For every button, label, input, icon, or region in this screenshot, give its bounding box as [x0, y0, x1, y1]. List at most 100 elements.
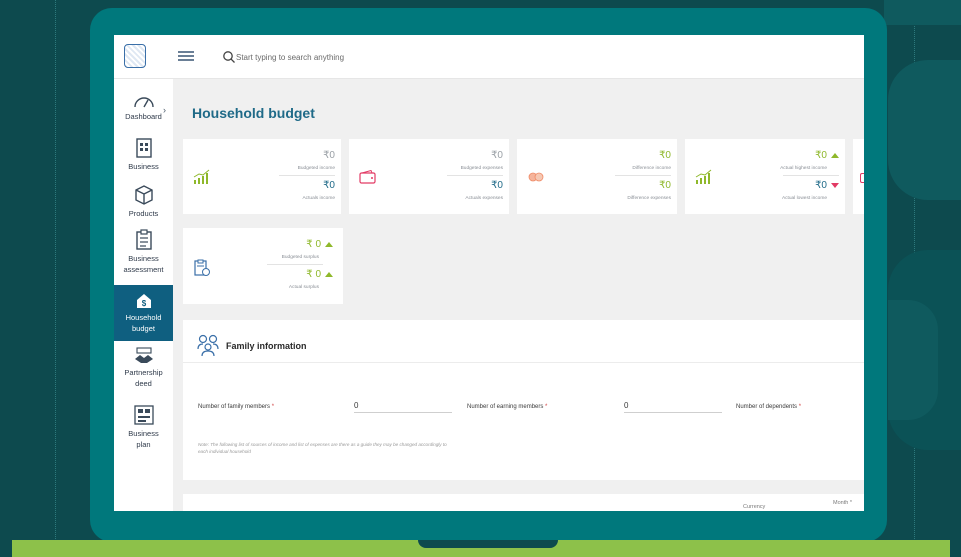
difference-expenses-value: ₹0: [659, 180, 671, 191]
sidebar-item-label: Business assessment: [123, 254, 164, 274]
actual-surplus-value: ₹ 0: [306, 269, 321, 280]
bg-shape: [888, 60, 961, 200]
earning-members-label-text: Number of earning members: [467, 404, 544, 410]
actual-highest-income-row: ₹0: [815, 150, 839, 161]
coins-icon: [528, 172, 544, 182]
earning-members-label: Number of earning members *: [467, 404, 547, 410]
actuals-expenses-value: ₹0: [491, 180, 503, 191]
actual-lowest-income-row: ₹0: [815, 180, 839, 191]
dependents-label-text: Number of dependents: [736, 404, 798, 410]
divider: [279, 175, 335, 176]
difference-income-value: ₹0: [659, 150, 671, 161]
hamburger-icon: [178, 59, 194, 61]
difference-expenses-label: Difference expenses: [627, 196, 671, 201]
arrow-up-icon: [325, 241, 333, 247]
difference-summary-card: ₹0 Difference income ₹0 Difference expen…: [517, 139, 677, 214]
sidebar-item-business-assessment[interactable]: Business assessment: [114, 229, 173, 275]
building-icon: [135, 138, 152, 158]
required-mark: *: [271, 404, 275, 410]
app-logo[interactable]: [124, 44, 146, 68]
difference-income-label: Difference income: [632, 166, 671, 171]
expenses-summary-card: ₹0 Budgeted expenses ₹0 Actuals expenses: [349, 139, 509, 214]
menu-toggle-button[interactable]: [178, 51, 194, 61]
highest-lowest-summary-card: ₹0 Actual highest income ₹0 Actual lowes…: [685, 139, 845, 214]
divider: [615, 175, 671, 176]
arrow-down-icon: [831, 182, 839, 188]
actual-highest-income-value: ₹0: [815, 150, 827, 161]
chevron-right-icon[interactable]: ›: [163, 105, 166, 115]
sidebar: Dashboard › Business Products Business a…: [114, 79, 173, 511]
family-members-input[interactable]: [354, 399, 452, 413]
speedometer-icon: [133, 97, 154, 108]
plan-document-icon: [133, 405, 154, 425]
income-summary-card: ₹0 Budgeted income ₹0 Actuals income: [183, 139, 341, 214]
hamburger-icon: [178, 55, 194, 57]
actuals-expenses-label: Actuals expenses: [465, 196, 503, 201]
family-information-panel: Family information Number of family memb…: [183, 320, 864, 480]
required-mark: *: [798, 404, 802, 410]
extra-summary-card: [853, 139, 864, 214]
family-members-label-text: Number of family members: [198, 404, 271, 410]
actual-surplus-label: Actual surplus: [288, 285, 319, 290]
income-expense-panel: Currency Month *: [183, 494, 864, 511]
search-icon: [223, 51, 235, 63]
wallet-icon: [860, 173, 864, 183]
currency-label: Currency: [743, 504, 766, 510]
family-information-title: Family information: [226, 341, 307, 351]
actuals-income-label: Actuals income: [302, 196, 335, 201]
svg-text:$: $: [141, 299, 146, 308]
sidebar-item-label: Partnership deed: [124, 368, 163, 388]
budgeted-surplus-value: ₹ 0: [306, 239, 321, 250]
house-dollar-icon: $: [136, 294, 151, 308]
budgeted-surplus-row: ₹ 0: [306, 239, 333, 250]
earning-members-input[interactable]: [624, 399, 722, 413]
budgeted-expenses-value: ₹0: [491, 150, 503, 161]
app-screen: Dashboard › Business Products: [114, 35, 864, 511]
month-label: Month *: [833, 500, 852, 506]
budgeted-income-label: Budgeted income: [297, 166, 335, 171]
page-title: Household budget: [192, 105, 315, 121]
sidebar-item-business[interactable]: Business: [114, 137, 173, 172]
arrow-up-icon: [325, 271, 333, 277]
family-members-label: Number of family members *: [198, 404, 274, 410]
divider: [267, 264, 323, 265]
box-icon: [134, 185, 153, 205]
surplus-summary-card: ₹ 0 Budgeted surplus ₹ 0 Actual surplus: [183, 228, 343, 304]
sidebar-item-products[interactable]: Products: [114, 184, 173, 219]
bg-dotted-line: [55, 0, 56, 557]
arrow-up-icon: [831, 152, 839, 158]
divider: [783, 175, 839, 176]
sidebar-item-label: Products: [128, 209, 159, 218]
sidebar-item-label: Dashboard: [125, 112, 162, 121]
top-bar: [114, 35, 864, 79]
sidebar-item-partnership-deed[interactable]: Partnership deed: [114, 347, 173, 389]
actual-lowest-income-value: ₹0: [815, 180, 827, 191]
actual-highest-income-label: Actual highest income: [780, 166, 827, 171]
divider: [183, 362, 864, 363]
sidebar-item-business-plan[interactable]: Business plan: [114, 404, 173, 450]
bg-shape: [888, 300, 938, 420]
sidebar-item-household-budget[interactable]: $ Household budget: [114, 285, 173, 341]
bar-chart-icon: [193, 169, 210, 184]
family-icon: [197, 334, 219, 357]
budgeted-surplus-label: Budgeted surplus: [281, 255, 319, 260]
divider: [447, 175, 503, 176]
clipboard-coins-icon: [194, 259, 210, 276]
dependents-label: Number of dependents *: [736, 404, 801, 410]
clipboard-icon: [135, 229, 152, 250]
laptop-notch: [418, 540, 558, 548]
sidebar-item-label: Household budget: [125, 313, 162, 333]
actual-lowest-income-label: Actual lowest income: [781, 196, 827, 201]
search-input[interactable]: [236, 48, 496, 66]
actuals-income-value: ₹0: [323, 180, 335, 191]
bg-shape: [884, 0, 961, 25]
required-mark: *: [545, 404, 548, 410]
bar-chart-icon: [695, 169, 712, 184]
guidance-note: Note: The following list of sources of i…: [198, 442, 447, 454]
handshake-icon: [134, 347, 153, 363]
actual-surplus-row: ₹ 0: [306, 269, 333, 280]
sidebar-item-label: Business: [128, 162, 159, 171]
wallet-icon: [359, 170, 376, 184]
sidebar-item-label: Business plan: [128, 429, 159, 449]
hamburger-icon: [178, 51, 194, 53]
